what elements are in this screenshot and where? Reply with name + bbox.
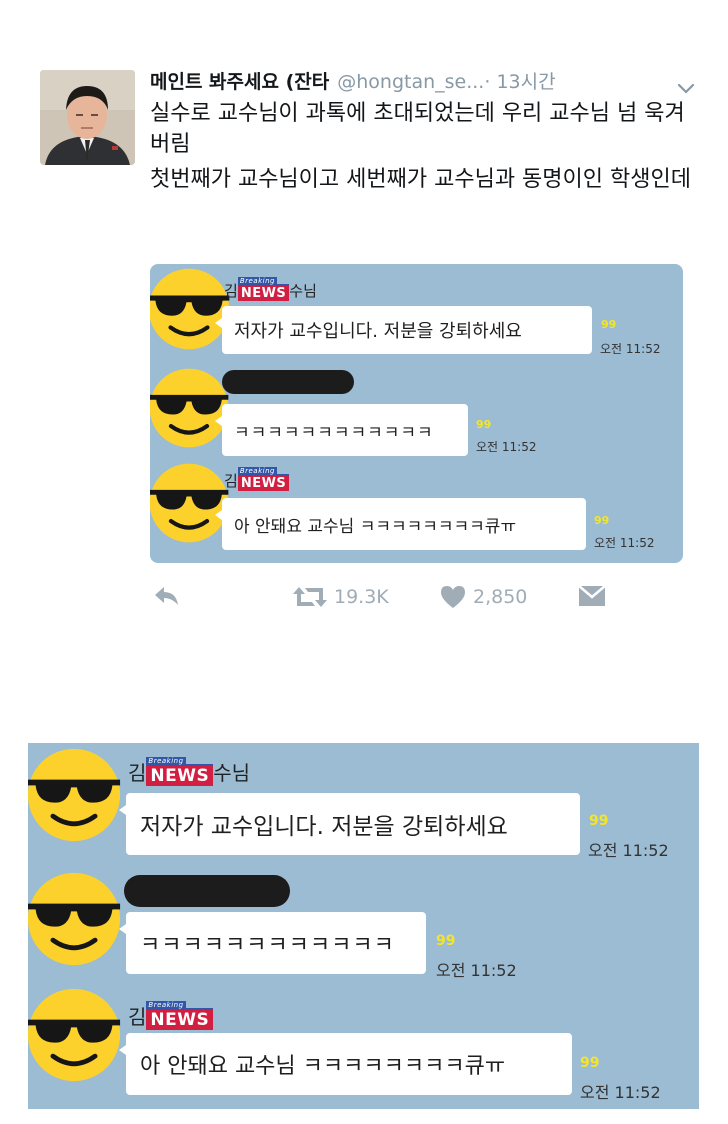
chat-screenshot-preview[interactable]: 김 Breaking NEWS 수님 저자가 교수입니다. 저분을 강퇴하세요 99 … <box>150 264 683 563</box>
news-label: NEWS <box>240 286 287 301</box>
tweet: 메인트 봐주세요 (잔타 @hongtan_se...· 13시간 실수로 교수님… <box>0 0 728 660</box>
sunglasses-face-icon <box>28 987 122 1083</box>
tweet-text: 실수로 교수님이 과톡에 초대되었는데 우리 교수님 넘 욱겨버림 첫번째가 교… <box>150 98 695 195</box>
retweet-count: 19.3K <box>334 586 389 608</box>
tweet-time[interactable]: · 13시간 <box>484 71 555 93</box>
display-name[interactable]: 메인트 봐주세요 (잔타 <box>150 71 329 93</box>
sunglasses-face-icon <box>150 267 231 351</box>
redacted-name <box>124 875 290 907</box>
news-label: NEWS <box>150 1010 210 1030</box>
tweet-text-line: 실수로 교수님이 과톡에 초대되었는데 우리 교수님 넘 욱겨버림 <box>150 101 685 157</box>
unread-count: 99 <box>476 418 492 431</box>
message-time: 오전 11:52 <box>600 342 661 356</box>
sender-name: 김 Breaking NEWS 수님 <box>128 757 250 786</box>
news-sticker: Breaking NEWS <box>237 467 290 491</box>
news-sticker: Breaking NEWS <box>237 277 290 301</box>
sunglasses-face-icon <box>150 367 230 449</box>
breaking-label: Breaking <box>237 277 277 286</box>
tweet-text-line: 첫번째가 교수님이고 세번째가 교수님과 동명이인 학생인데 <box>150 167 691 192</box>
sender-name-suffix: 수님 <box>289 282 317 300</box>
message-bubble: 저자가 교수입니다. 저분을 강퇴하세요 <box>215 306 592 354</box>
sunglasses-face-icon <box>28 871 122 967</box>
retweet-icon <box>292 585 328 609</box>
unread-count: 99 <box>601 318 617 331</box>
heart-icon <box>440 585 466 609</box>
sender-name-suffix: 수님 <box>213 761 251 785</box>
news-sticker: Breaking NEWS <box>146 1001 214 1030</box>
sender-name-prefix: 김 <box>224 282 238 300</box>
unread-count: 99 <box>589 813 609 829</box>
message-time: 오전 11:52 <box>588 841 669 860</box>
message-time: 오전 11:52 <box>580 1083 661 1102</box>
direct-message-button[interactable] <box>578 585 606 607</box>
reply-button[interactable] <box>152 585 180 607</box>
tweet-header: 메인트 봐주세요 (잔타 @hongtan_se...· 13시간 <box>150 67 695 97</box>
user-handle[interactable]: @hongtan_se... <box>337 71 484 93</box>
sender-name-prefix: 김 <box>128 761 147 785</box>
message-time: 오전 11:52 <box>476 440 537 454</box>
sender-name-prefix: 김 <box>128 1005 147 1029</box>
direct-message-icon <box>578 585 606 607</box>
message-bubble: 아 안돼요 교수님 ㅋㅋㅋㅋㅋㅋㅋㅋ큐ㅠ <box>119 1033 572 1095</box>
breaking-label: Breaking <box>237 467 277 476</box>
profile-avatar[interactable] <box>40 70 135 165</box>
message-bubble: 저자가 교수입니다. 저분을 강퇴하세요 <box>119 793 580 855</box>
redacted-name <box>222 370 354 394</box>
tweet-actions: 19.3K 2,850 <box>150 585 630 617</box>
sender-name-prefix: 김 <box>224 472 238 490</box>
like-count: 2,850 <box>473 586 528 608</box>
message-bubble: ㅋㅋㅋㅋㅋㅋㅋㅋㅋㅋㅋㅋ <box>215 404 468 456</box>
chat-screenshot-zoomed: 김 Breaking NEWS 수님 저자가 교수입니다. 저분을 강퇴하세요 99 … <box>28 743 699 1109</box>
chevron-down-icon[interactable] <box>677 75 695 97</box>
like-button[interactable]: 2,850 <box>440 585 527 609</box>
message-time: 오전 11:52 <box>436 961 517 980</box>
message-bubble: ㅋㅋㅋㅋㅋㅋㅋㅋㅋㅋㅋㅋ <box>119 912 426 974</box>
sunglasses-face-icon <box>150 462 230 544</box>
unread-count: 99 <box>594 514 610 527</box>
retweet-button[interactable]: 19.3K <box>292 585 389 609</box>
sender-name: 김 Breaking NEWS <box>224 467 290 491</box>
message-time: 오전 11:52 <box>594 536 655 550</box>
news-label: NEWS <box>240 476 287 491</box>
news-label: NEWS <box>150 766 210 786</box>
sunglasses-face-icon <box>28 747 122 843</box>
news-sticker: Breaking NEWS <box>146 757 214 786</box>
sender-name: 김 Breaking NEWS <box>128 1001 214 1030</box>
message-bubble: 아 안돼요 교수님 ㅋㅋㅋㅋㅋㅋㅋㅋ큐ㅠ <box>215 498 586 550</box>
unread-count: 99 <box>436 933 456 949</box>
sender-name: 김 Breaking NEWS 수님 <box>224 277 317 301</box>
breaking-label: Breaking <box>146 1001 186 1010</box>
breaking-label: Breaking <box>146 757 186 766</box>
reply-icon <box>152 585 180 607</box>
unread-count: 99 <box>580 1055 600 1071</box>
